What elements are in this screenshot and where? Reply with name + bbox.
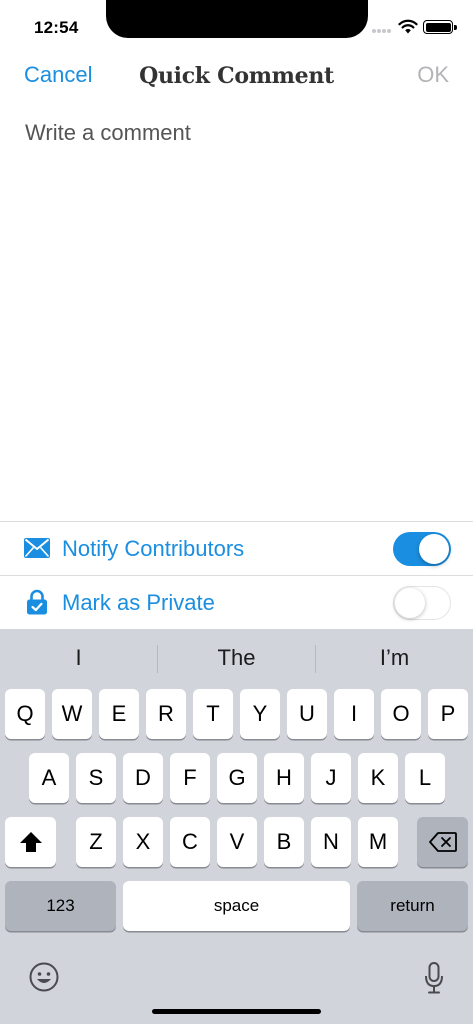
- microphone-icon[interactable]: [424, 962, 444, 994]
- key-b[interactable]: B: [264, 817, 304, 867]
- wifi-icon: [398, 19, 418, 34]
- shift-key[interactable]: [5, 817, 56, 867]
- cellular-dots-icon: [372, 29, 394, 35]
- ok-button[interactable]: OK: [417, 62, 449, 88]
- key-v[interactable]: V: [217, 817, 257, 867]
- key-i[interactable]: I: [334, 689, 374, 739]
- emoji-icon[interactable]: [29, 962, 59, 992]
- space-key[interactable]: space: [123, 881, 350, 931]
- nav-bar: Cancel Quick Comment OK: [0, 56, 473, 96]
- shift-icon: [19, 832, 42, 852]
- delete-key[interactable]: [417, 817, 468, 867]
- key-l[interactable]: L: [405, 753, 445, 803]
- comment-input[interactable]: [0, 104, 473, 520]
- key-j[interactable]: J: [311, 753, 351, 803]
- notch: [106, 0, 368, 38]
- key-e[interactable]: E: [99, 689, 139, 739]
- key-m[interactable]: M: [358, 817, 398, 867]
- key-w[interactable]: W: [52, 689, 92, 739]
- key-r[interactable]: R: [146, 689, 186, 739]
- suggestion-bar: I The I’m: [0, 629, 473, 687]
- key-k[interactable]: K: [358, 753, 398, 803]
- notify-contributors-toggle[interactable]: [393, 532, 451, 566]
- lock-icon: [27, 589, 47, 615]
- suggestion-2[interactable]: The: [158, 629, 315, 687]
- mark-private-toggle[interactable]: [393, 586, 451, 620]
- key-o[interactable]: O: [381, 689, 421, 739]
- notify-contributors-label: Notify Contributors: [62, 536, 245, 561]
- key-t[interactable]: T: [193, 689, 233, 739]
- key-d[interactable]: D: [123, 753, 163, 803]
- backspace-icon: [428, 832, 457, 852]
- notify-contributors-row[interactable]: Notify Contributors: [0, 521, 473, 575]
- key-f[interactable]: F: [170, 753, 210, 803]
- key-x[interactable]: X: [123, 817, 163, 867]
- key-z[interactable]: Z: [76, 817, 116, 867]
- key-h[interactable]: H: [264, 753, 304, 803]
- key-u[interactable]: U: [287, 689, 327, 739]
- key-c[interactable]: C: [170, 817, 210, 867]
- key-g[interactable]: G: [217, 753, 257, 803]
- key-p[interactable]: P: [428, 689, 468, 739]
- key-a[interactable]: A: [29, 753, 69, 803]
- numbers-key[interactable]: 123: [5, 881, 116, 931]
- key-s[interactable]: S: [76, 753, 116, 803]
- mark-private-row[interactable]: Mark as Private: [0, 575, 473, 629]
- key-y[interactable]: Y: [240, 689, 280, 739]
- status-bar: 12:54: [0, 0, 473, 56]
- suggestion-1[interactable]: I: [0, 629, 157, 687]
- status-time: 12:54: [34, 18, 79, 37]
- key-n[interactable]: N: [311, 817, 351, 867]
- return-key[interactable]: return: [357, 881, 468, 931]
- page-title: Quick Comment: [139, 63, 334, 89]
- home-indicator: [152, 1009, 321, 1014]
- key-q[interactable]: Q: [5, 689, 45, 739]
- battery-icon: [423, 20, 457, 34]
- suggestion-3[interactable]: I’m: [316, 629, 473, 687]
- keyboard: I The I’m Q W E R T Y U I O P A S D F G …: [0, 629, 473, 1024]
- mark-private-label: Mark as Private: [62, 590, 215, 615]
- envelope-icon: [24, 538, 50, 558]
